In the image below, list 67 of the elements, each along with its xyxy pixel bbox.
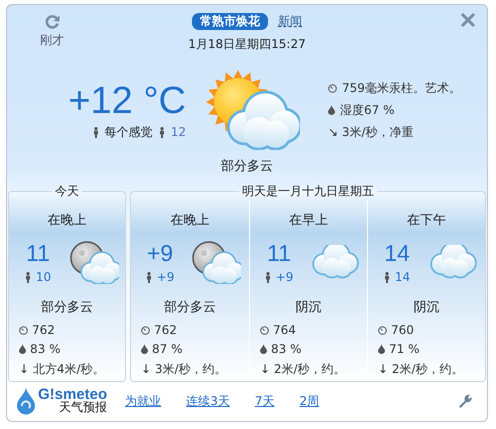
condition-text: 部分多云 (163, 299, 217, 316)
temperature: 11 (26, 240, 50, 266)
pressure-text: 762 (154, 323, 177, 337)
condition-text: 阴沉 (412, 299, 440, 316)
current-temperature: +12 °C (68, 80, 186, 122)
date-time: 1月18日星期四15:27 (188, 36, 306, 53)
period-name: 在晚上 (170, 212, 210, 229)
forecast-link[interactable]: 7天 (254, 392, 274, 410)
forecast-link[interactable]: 连续3天 (186, 392, 230, 410)
location-badge[interactable]: 常熟市焕花 (192, 13, 268, 30)
person-icon (158, 126, 165, 138)
forecast-link[interactable]: 为就业 (125, 392, 162, 410)
drop-logo-icon (16, 387, 36, 415)
temperature: +9 (146, 240, 174, 266)
wind-text: ↓ 北方4米/秒。 (19, 361, 105, 378)
wind-text: ↓ 2米/秒，约。 (378, 361, 464, 378)
gauge-icon (328, 84, 337, 92)
person-icon (92, 126, 99, 138)
condition-text: 阴沉 (294, 299, 322, 316)
feels-like-label: 每个感觉 (104, 124, 153, 140)
gauge-icon (378, 326, 387, 334)
person-icon (384, 272, 390, 282)
gauge-icon (19, 326, 28, 334)
pressure-text: 762 (32, 323, 55, 337)
pressure-text: 759毫米汞柱。艺术。 (342, 80, 461, 96)
person-icon (264, 272, 271, 282)
close-icon[interactable] (461, 13, 475, 27)
humidity-text: 湿度67 % (340, 102, 394, 118)
humidity-text: 83 % (30, 342, 60, 356)
wind-text: ↓ 2米/秒，约。 (260, 361, 346, 378)
feels-like-value: +9 (156, 270, 174, 284)
wind-text: ↓ 3米/秒，约。 (141, 361, 227, 378)
period-name: 在早上 (288, 212, 329, 229)
refresh-icon[interactable] (44, 14, 60, 29)
feels-like-value: +9 (276, 270, 294, 284)
condition-text: 部分多云 (40, 299, 94, 316)
drop-icon (19, 344, 26, 354)
person-icon (146, 272, 152, 282)
day-label: 今天 (54, 183, 80, 200)
feels-like-value: 14 (394, 270, 410, 284)
drop-icon (378, 344, 385, 354)
feels-like-value: 10 (36, 270, 52, 284)
gauge-icon (260, 326, 269, 334)
temperature: 14 (384, 240, 410, 266)
gauge-icon (141, 326, 150, 334)
logo-text: G!smeteo (38, 388, 108, 401)
drop-icon (328, 105, 335, 115)
person-icon (24, 272, 31, 282)
pressure-text: 764 (273, 323, 296, 337)
logo-subtitle: 天气预报 (59, 401, 108, 414)
humidity-text: 71 % (389, 342, 420, 356)
pressure-text: 760 (391, 323, 414, 337)
period-name: 在下午 (406, 212, 447, 229)
wrench-icon[interactable] (457, 393, 473, 409)
wind-text: ↘ 3米/秒，净重 (328, 124, 414, 140)
drop-icon (260, 344, 267, 354)
condition-text: 部分多云 (220, 158, 274, 175)
temperature: 11 (267, 240, 291, 266)
day-label: 明天是一月十九日星期五 (241, 183, 375, 200)
humidity-text: 83 % (271, 342, 302, 356)
period-name: 在晚上 (46, 212, 88, 229)
refresh-label[interactable]: 刚才 (40, 32, 64, 49)
humidity-text: 87 % (152, 342, 182, 356)
drop-icon (141, 344, 148, 354)
feels-like-value: 12 (170, 125, 186, 139)
forecast-link[interactable]: 2周 (299, 392, 320, 410)
news-link[interactable]: 新闻 (278, 13, 302, 30)
